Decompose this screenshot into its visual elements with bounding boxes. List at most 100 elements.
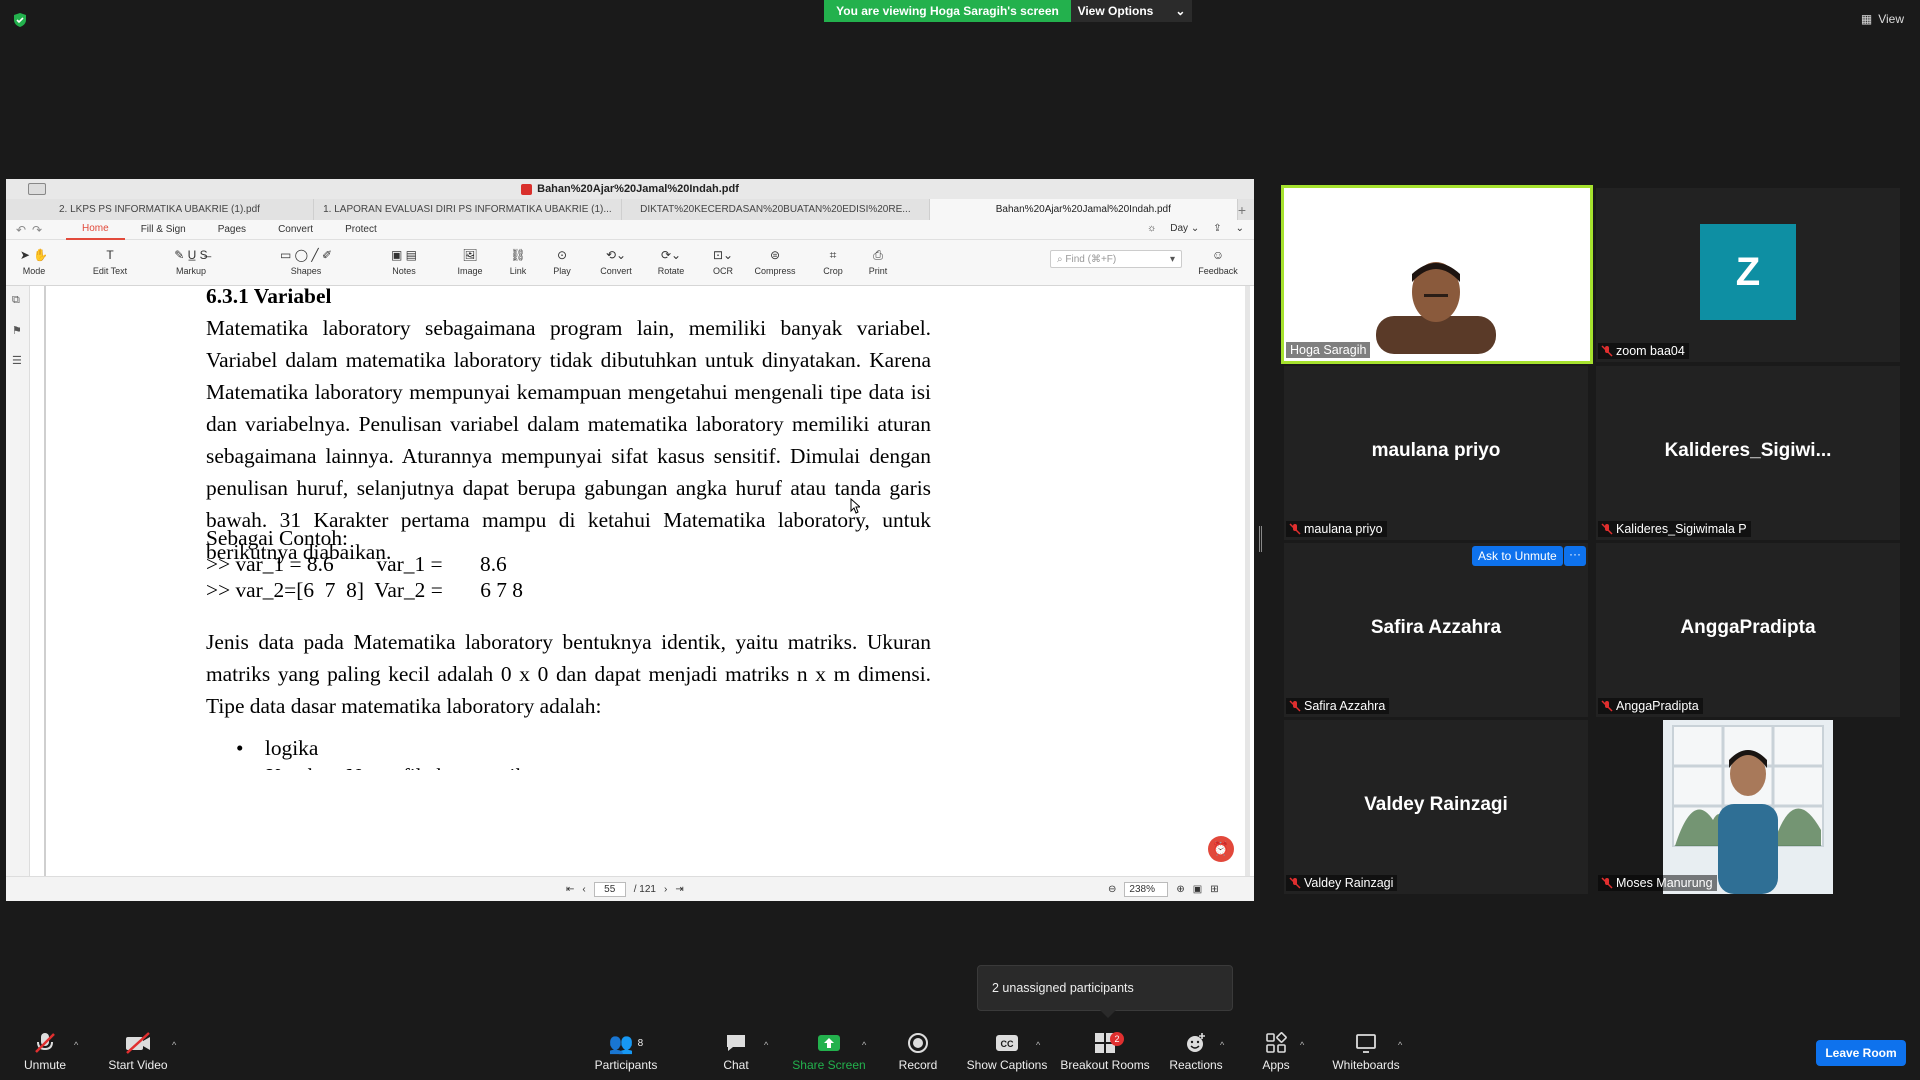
mode-tool[interactable]: ➤ ✋ Mode bbox=[18, 246, 50, 276]
muted-mic-icon bbox=[1289, 523, 1301, 535]
show-captions-button[interactable]: CC Show Captions bbox=[966, 1030, 1048, 1072]
print-tool[interactable]: ⎙ Print bbox=[864, 246, 892, 276]
ask-to-unmute-button[interactable]: Ask to Unmute bbox=[1472, 546, 1563, 566]
link-tool[interactable]: ⛓ Link bbox=[506, 246, 530, 276]
view-button[interactable]: ▦ View bbox=[1861, 12, 1904, 26]
bookmark-icon[interactable]: ⚑ bbox=[12, 324, 24, 337]
thumbnails-icon[interactable]: ⧉ bbox=[12, 294, 24, 306]
markup-tool[interactable]: ✎ U̲ S̶ Markup bbox=[156, 246, 226, 276]
video-tile-angga[interactable]: AnggaPradipta AnggaPradipta bbox=[1596, 543, 1900, 717]
prev-page-icon[interactable]: ‹ bbox=[582, 884, 585, 895]
last-page-icon[interactable]: ⇥ bbox=[675, 884, 683, 895]
apps-button[interactable]: Apps bbox=[1260, 1030, 1292, 1072]
zoom-select[interactable]: 238% bbox=[1124, 882, 1169, 897]
pdf-tab-active[interactable]: Bahan%20Ajar%20Jamal%20Indah.pdf bbox=[929, 199, 1238, 220]
video-tile-safira[interactable]: Safira Azzahra Safira Azzahra bbox=[1284, 543, 1588, 717]
reactions-options-caret[interactable]: ^ bbox=[1220, 1040, 1224, 1050]
screen-share-banner: You are viewing Hoga Saragih's screen Vi… bbox=[824, 0, 1192, 22]
collapse-icon[interactable]: ⌄ bbox=[1236, 223, 1244, 234]
video-tile-kalideres[interactable]: Kalideres_Sigiwi... Kalideres_Sigiwimala… bbox=[1596, 366, 1900, 540]
splitter-handle[interactable] bbox=[1259, 526, 1262, 552]
share-icon[interactable]: ⇪ bbox=[1213, 223, 1221, 234]
undo-redo-icons[interactable]: ↶↷ bbox=[6, 223, 66, 237]
breakout-badge: 2 bbox=[1110, 1032, 1124, 1046]
participant-name-label: Valdey Rainzagi bbox=[1286, 875, 1398, 891]
menu-pages[interactable]: Pages bbox=[202, 220, 262, 240]
pdf-tab[interactable]: 1. LAPORAN EVALUASI DIRI PS INFORMATIKA … bbox=[314, 199, 622, 220]
participant-display-name: Valdey Rainzagi bbox=[1364, 794, 1508, 815]
meeting-toolbar bbox=[0, 1024, 1920, 1080]
play-tool[interactable]: ⊙ Play bbox=[550, 246, 574, 276]
ocr-tool[interactable]: ⊡⌄ OCR bbox=[710, 246, 736, 276]
menu-convert[interactable]: Convert bbox=[262, 220, 329, 240]
audio-options-caret[interactable]: ^ bbox=[74, 1040, 78, 1050]
chat-button[interactable]: Chat bbox=[718, 1030, 754, 1072]
notes-tool[interactable]: ▣ ▤ Notes bbox=[382, 246, 426, 276]
captions-options-caret[interactable]: ^ bbox=[1036, 1040, 1040, 1050]
assistant-icon[interactable]: ⏰ bbox=[1208, 836, 1234, 862]
first-page-icon[interactable]: ⇤ bbox=[566, 884, 574, 895]
pdf-scrollbar[interactable] bbox=[1245, 286, 1250, 876]
participant-name-label: zoom baa04 bbox=[1598, 343, 1689, 359]
pdf-title: Bahan%20Ajar%20Jamal%20Indah.pdf bbox=[537, 183, 739, 195]
grid-icon: ▦ bbox=[1860, 12, 1873, 26]
apps-options-caret[interactable]: ^ bbox=[1300, 1040, 1304, 1050]
paragraph: Jenis data pada Matematika laboratory be… bbox=[206, 630, 931, 718]
grid-view-icon[interactable]: ⊞ bbox=[1210, 884, 1218, 895]
menu-protect[interactable]: Protect bbox=[329, 220, 393, 240]
video-off-icon bbox=[126, 1032, 150, 1054]
video-tile-zoom-baa04[interactable]: Z zoom baa04 bbox=[1596, 188, 1900, 362]
more-options-button[interactable]: ··· bbox=[1564, 546, 1586, 566]
feedback-button[interactable]: ☺ Feedback bbox=[1196, 246, 1240, 276]
page-number-input[interactable]: 55 bbox=[593, 882, 626, 897]
video-tile-hoga[interactable]: Hoga Saragih bbox=[1281, 185, 1593, 364]
video-options-caret[interactable]: ^ bbox=[172, 1040, 176, 1050]
convert-icon: ⟲⌄ bbox=[605, 248, 627, 262]
video-tile-moses[interactable]: Moses Manurung bbox=[1596, 720, 1900, 894]
chat-options-caret[interactable]: ^ bbox=[764, 1040, 768, 1050]
bullet-item-partial: Karakter Nama file harus unik bbox=[266, 764, 527, 788]
whiteboards-options-caret[interactable]: ^ bbox=[1398, 1040, 1402, 1050]
compress-tool[interactable]: ⊜ Compress bbox=[752, 246, 798, 276]
menu-fill-sign[interactable]: Fill & Sign bbox=[125, 220, 202, 240]
leave-room-button[interactable]: Leave Room bbox=[1816, 1040, 1906, 1066]
zoom-out-icon[interactable]: ⊖ bbox=[1108, 884, 1116, 895]
menu-home[interactable]: Home bbox=[66, 220, 125, 240]
view-options-button[interactable]: View Options ⌄ bbox=[1071, 0, 1192, 22]
share-screen-button[interactable]: Share Screen bbox=[790, 1030, 868, 1072]
link-icon: ⛓ bbox=[510, 248, 526, 262]
edit-text-tool[interactable]: T Edit Text bbox=[90, 246, 130, 276]
participants-button[interactable]: 👥 8 Participants bbox=[590, 1030, 662, 1073]
next-page-icon[interactable]: › bbox=[664, 884, 667, 895]
breakout-rooms-button[interactable]: 2 Breakout Rooms bbox=[1060, 1030, 1150, 1072]
rotate-tool[interactable]: ⟳⌄ Rotate bbox=[654, 246, 688, 276]
start-video-button[interactable]: Start Video bbox=[104, 1030, 172, 1072]
filter-icon[interactable]: ▾ bbox=[1170, 254, 1175, 265]
brightness-icon[interactable]: ☼ bbox=[1147, 223, 1156, 234]
shapes-tool[interactable]: ▭ ◯ ╱ ✐ Shapes bbox=[254, 246, 358, 276]
crop-tool[interactable]: ⌗ Crop bbox=[820, 246, 846, 276]
video-tile-valdey[interactable]: Valdey Rainzagi Valdey Rainzagi bbox=[1284, 720, 1588, 894]
day-mode-select[interactable]: Day ⌄ bbox=[1170, 223, 1199, 234]
page-total: / 121 bbox=[633, 884, 656, 895]
whiteboards-button[interactable]: Whiteboards bbox=[1328, 1030, 1404, 1072]
video-tile-maulana[interactable]: maulana priyo maulana priyo bbox=[1284, 366, 1588, 540]
pdf-menu-bar: ↶↷ Home Fill & Sign Pages Convert Protec… bbox=[6, 220, 1254, 240]
add-tab-icon[interactable]: + bbox=[1238, 199, 1254, 220]
convert-tool[interactable]: ⟲⌄ Convert bbox=[596, 246, 636, 276]
pdf-tab[interactable]: DIKTAT%20KECERDASAN%20BUATAN%20EDISI%20R… bbox=[622, 199, 930, 220]
comments-icon[interactable]: ☰ bbox=[12, 354, 24, 367]
shield-icon[interactable] bbox=[12, 12, 28, 28]
reactions-button[interactable]: Reactions bbox=[1168, 1030, 1224, 1072]
image-tool[interactable]: 🖼 Image bbox=[454, 246, 486, 276]
share-options-caret[interactable]: ^ bbox=[862, 1040, 866, 1050]
single-page-icon[interactable]: ▣ bbox=[1193, 884, 1202, 895]
record-button[interactable]: Record bbox=[896, 1030, 940, 1072]
participant-name-label: AnggaPradipta bbox=[1598, 698, 1703, 714]
zoom-in-icon[interactable]: ⊕ bbox=[1176, 884, 1184, 895]
pdf-tab[interactable]: 2. LKPS PS INFORMATIKA UBAKRIE (1).pdf bbox=[6, 199, 314, 220]
unmute-button[interactable]: Unmute bbox=[18, 1030, 72, 1072]
find-input[interactable]: ⌕ Find (⌘+F) ▾ bbox=[1050, 250, 1182, 268]
participants-count: 8 bbox=[637, 1037, 644, 1049]
window-icon[interactable] bbox=[28, 183, 46, 195]
